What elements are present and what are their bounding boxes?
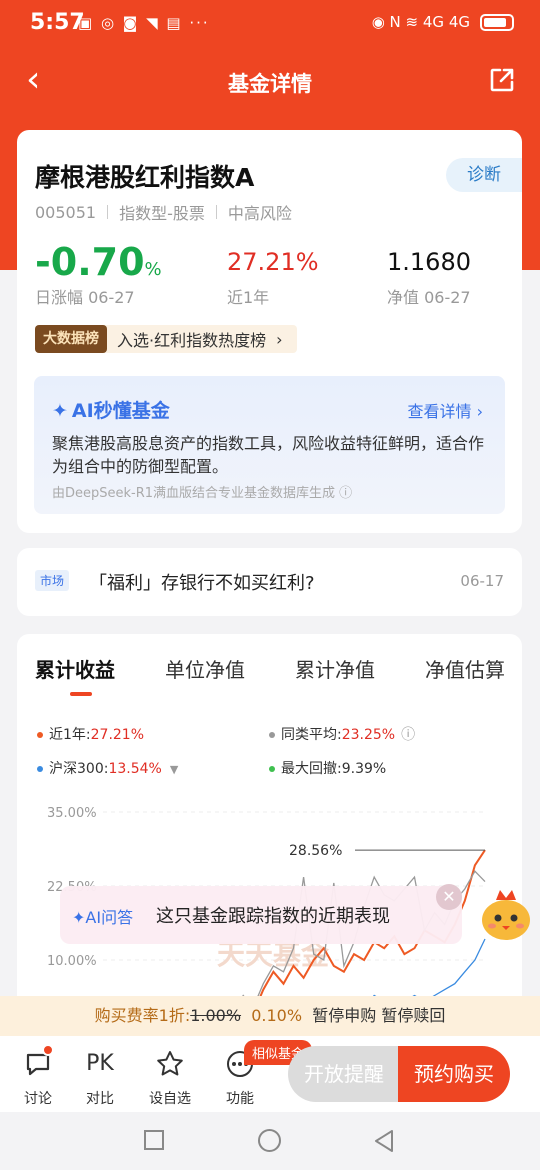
ai-view-details-link[interactable]: 查看详情 › [408, 398, 484, 422]
legend-fund: 近1年:27.21% [37, 724, 144, 744]
news-tag: 市场 [35, 570, 70, 591]
mascot-icon[interactable] [478, 886, 534, 944]
open-reminder-button[interactable]: 开放提醒 [288, 1046, 400, 1102]
system-nav-bar [0, 1112, 540, 1170]
legend-dot [269, 766, 275, 772]
rank-tag: 大数据榜 [35, 325, 107, 353]
legend-category-average: 同类平均:23.25% ⓘ [269, 724, 415, 744]
status-right: ◉ N ≋ 4G 4G [372, 13, 514, 31]
fund-risk: 中高风险 [227, 204, 292, 223]
diagnose-button[interactable]: 诊断 [446, 158, 522, 192]
chat-icon [8, 1048, 68, 1080]
news-date: 06-17 [460, 572, 504, 590]
compare-button[interactable]: PK 对比 [70, 1048, 130, 1108]
sparkle-icon: ✦ [52, 400, 68, 422]
function-label: 功能 [226, 1091, 254, 1107]
fee-prefix: 购买费率1折: [94, 1006, 191, 1025]
compare-label: 对比 [86, 1091, 114, 1107]
home-icon[interactable] [258, 1129, 281, 1152]
nav-bar: ‹ 基金详情 [0, 54, 540, 110]
ai-question-text: 这只基金跟踪指数的近期表现 [156, 906, 390, 927]
fee-discounted: 0.10% [251, 1006, 303, 1025]
tab-cumulative-return[interactable]: 累计收益 [35, 654, 115, 696]
ai-summary-text: 聚焦港股高股息资产的指数工具，风险收益特征鲜明，适合作为组合中的防御型配置。 [52, 434, 485, 476]
status-time: 5:57 [30, 10, 85, 35]
nav-stat: 1.1680 净值 06-27 [387, 242, 471, 308]
fee-suspend-redeem: 暂停赎回 [381, 1006, 446, 1025]
status-bar: 5:57 ▣ ◎ ◙ ◥ ▤ ··· ◉ N ≋ 4G 4G [0, 0, 540, 50]
pk-icon: PK [86, 1051, 114, 1076]
news-card[interactable]: 市场 「福利」存银行不如买红利? 06-17 [17, 548, 522, 616]
rank-text: 入选·红利指数热度榜 [117, 331, 267, 350]
fee-original: 1.00% [190, 1006, 242, 1025]
chevron-right-icon: › [276, 329, 283, 349]
legend-max-drawdown: 最大回撤:9.39% [269, 758, 386, 778]
ai-summary-box: ✦ AI秒懂基金 查看详情 › 聚焦港股高股息资产的指数工具，风险收益特征鲜明，适… [34, 376, 505, 514]
reserve-buy-button[interactable]: 预约购买 [398, 1046, 510, 1102]
fund-info-card: 摩根港股红利指数A 诊断 005051 指数型-股票 中高风险 -0.70% 日… [17, 130, 522, 533]
info-icon[interactable]: ⓘ [401, 727, 415, 743]
share-icon[interactable] [488, 66, 516, 94]
nav-value: 1.1680 [387, 248, 471, 276]
star-icon [140, 1048, 200, 1080]
legend-value: 27.21% [90, 727, 145, 743]
discuss-label: 讨论 [24, 1091, 52, 1107]
divider [107, 205, 109, 219]
year-return-stat: 27.21% 近1年 [227, 242, 319, 308]
fee-banner: 购买费率1折:1.00% 0.10% 暂停申购 暂停赎回 [0, 996, 540, 1036]
news-title: 「福利」存银行不如买红利? [89, 573, 315, 594]
status-signal-icons: ◉ N ≋ 4G 4G [371, 13, 470, 31]
rank-banner[interactable]: 大数据榜 入选·红利指数热度榜 › [35, 325, 297, 353]
ai-summary-title-text: AI秒懂基金 [71, 400, 170, 422]
tab-accumulated-nav[interactable]: 累计净值 [295, 654, 375, 683]
status-app-icons: ▣ ◎ ◙ ◥ ▤ ··· [78, 14, 210, 32]
chart-tabs: 累计收益 单位净值 累计净值 净值估算 [35, 654, 505, 696]
annotation-label: 28.56% [289, 843, 342, 859]
legend-value: 13.54% [108, 761, 162, 777]
divider [215, 205, 217, 219]
y-tick-label: 10.00% [47, 954, 97, 969]
ai-summary-title: ✦ AI秒懂基金 [52, 396, 170, 423]
y-tick-label: 35.00% [47, 806, 97, 821]
fund-type: 指数型-股票 [119, 204, 205, 223]
ai-question-bubble[interactable]: ✦AI问答 这只基金跟踪指数的近期表现 ✕ [60, 884, 462, 944]
add-favorite-button[interactable]: 设自选 [140, 1048, 200, 1108]
year-return-label: 近1年 [227, 288, 270, 307]
day-change-number: -0.70 [35, 240, 145, 284]
tab-unit-nav[interactable]: 单位净值 [165, 654, 245, 683]
fee-suspend-buy: 暂停申购 [312, 1006, 377, 1025]
fund-code: 005051 [35, 202, 97, 222]
legend-dot [37, 732, 43, 738]
dropdown-icon[interactable]: ▼ [170, 763, 178, 776]
day-change-label: 日涨幅 06-27 [35, 288, 135, 307]
ai-source-note: 由DeepSeek-R1满血版结合专业基金数据库生成 ⓘ [52, 486, 353, 501]
legend-hs300[interactable]: 沪深300:13.54% ▼ [37, 758, 178, 778]
tab-nav-estimate[interactable]: 净值估算 [425, 654, 505, 683]
discuss-button[interactable]: 讨论 [8, 1044, 68, 1108]
legend-value: 23.25% [341, 727, 396, 743]
legend-label: 沪深300: [49, 761, 109, 777]
close-icon[interactable]: ✕ [436, 884, 462, 910]
legend-value: 9.39% [341, 761, 387, 777]
back-nav-icon[interactable] [372, 1128, 396, 1154]
fund-meta: 005051 指数型-股票 中高风险 [35, 200, 292, 224]
ai-question-label: ✦AI问答 [72, 908, 134, 927]
notification-dot [42, 1044, 54, 1056]
battery-icon [480, 13, 514, 31]
page-title: 基金详情 [228, 72, 312, 96]
legend-label: 同类平均: [281, 727, 342, 743]
chart-card: 累计收益 单位净值 累计净值 净值估算 近1年:27.21% 同类平均:23.2… [17, 634, 522, 1034]
recent-apps-icon[interactable] [144, 1130, 164, 1150]
legend-label: 近1年: [49, 727, 91, 743]
day-change-stat: -0.70% 日涨幅 06-27 [35, 242, 162, 308]
day-change-unit: % [144, 259, 162, 280]
legend-dot [37, 766, 43, 772]
favorite-label: 设自选 [149, 1091, 191, 1107]
day-change-value: -0.70% [35, 242, 162, 282]
legend-label: 最大回撤: [281, 761, 342, 777]
fund-name: 摩根港股红利指数A [35, 163, 255, 192]
nav-label: 净值 06-27 [387, 288, 471, 307]
year-return-value: 27.21% [227, 248, 319, 276]
legend-dot [269, 732, 275, 738]
